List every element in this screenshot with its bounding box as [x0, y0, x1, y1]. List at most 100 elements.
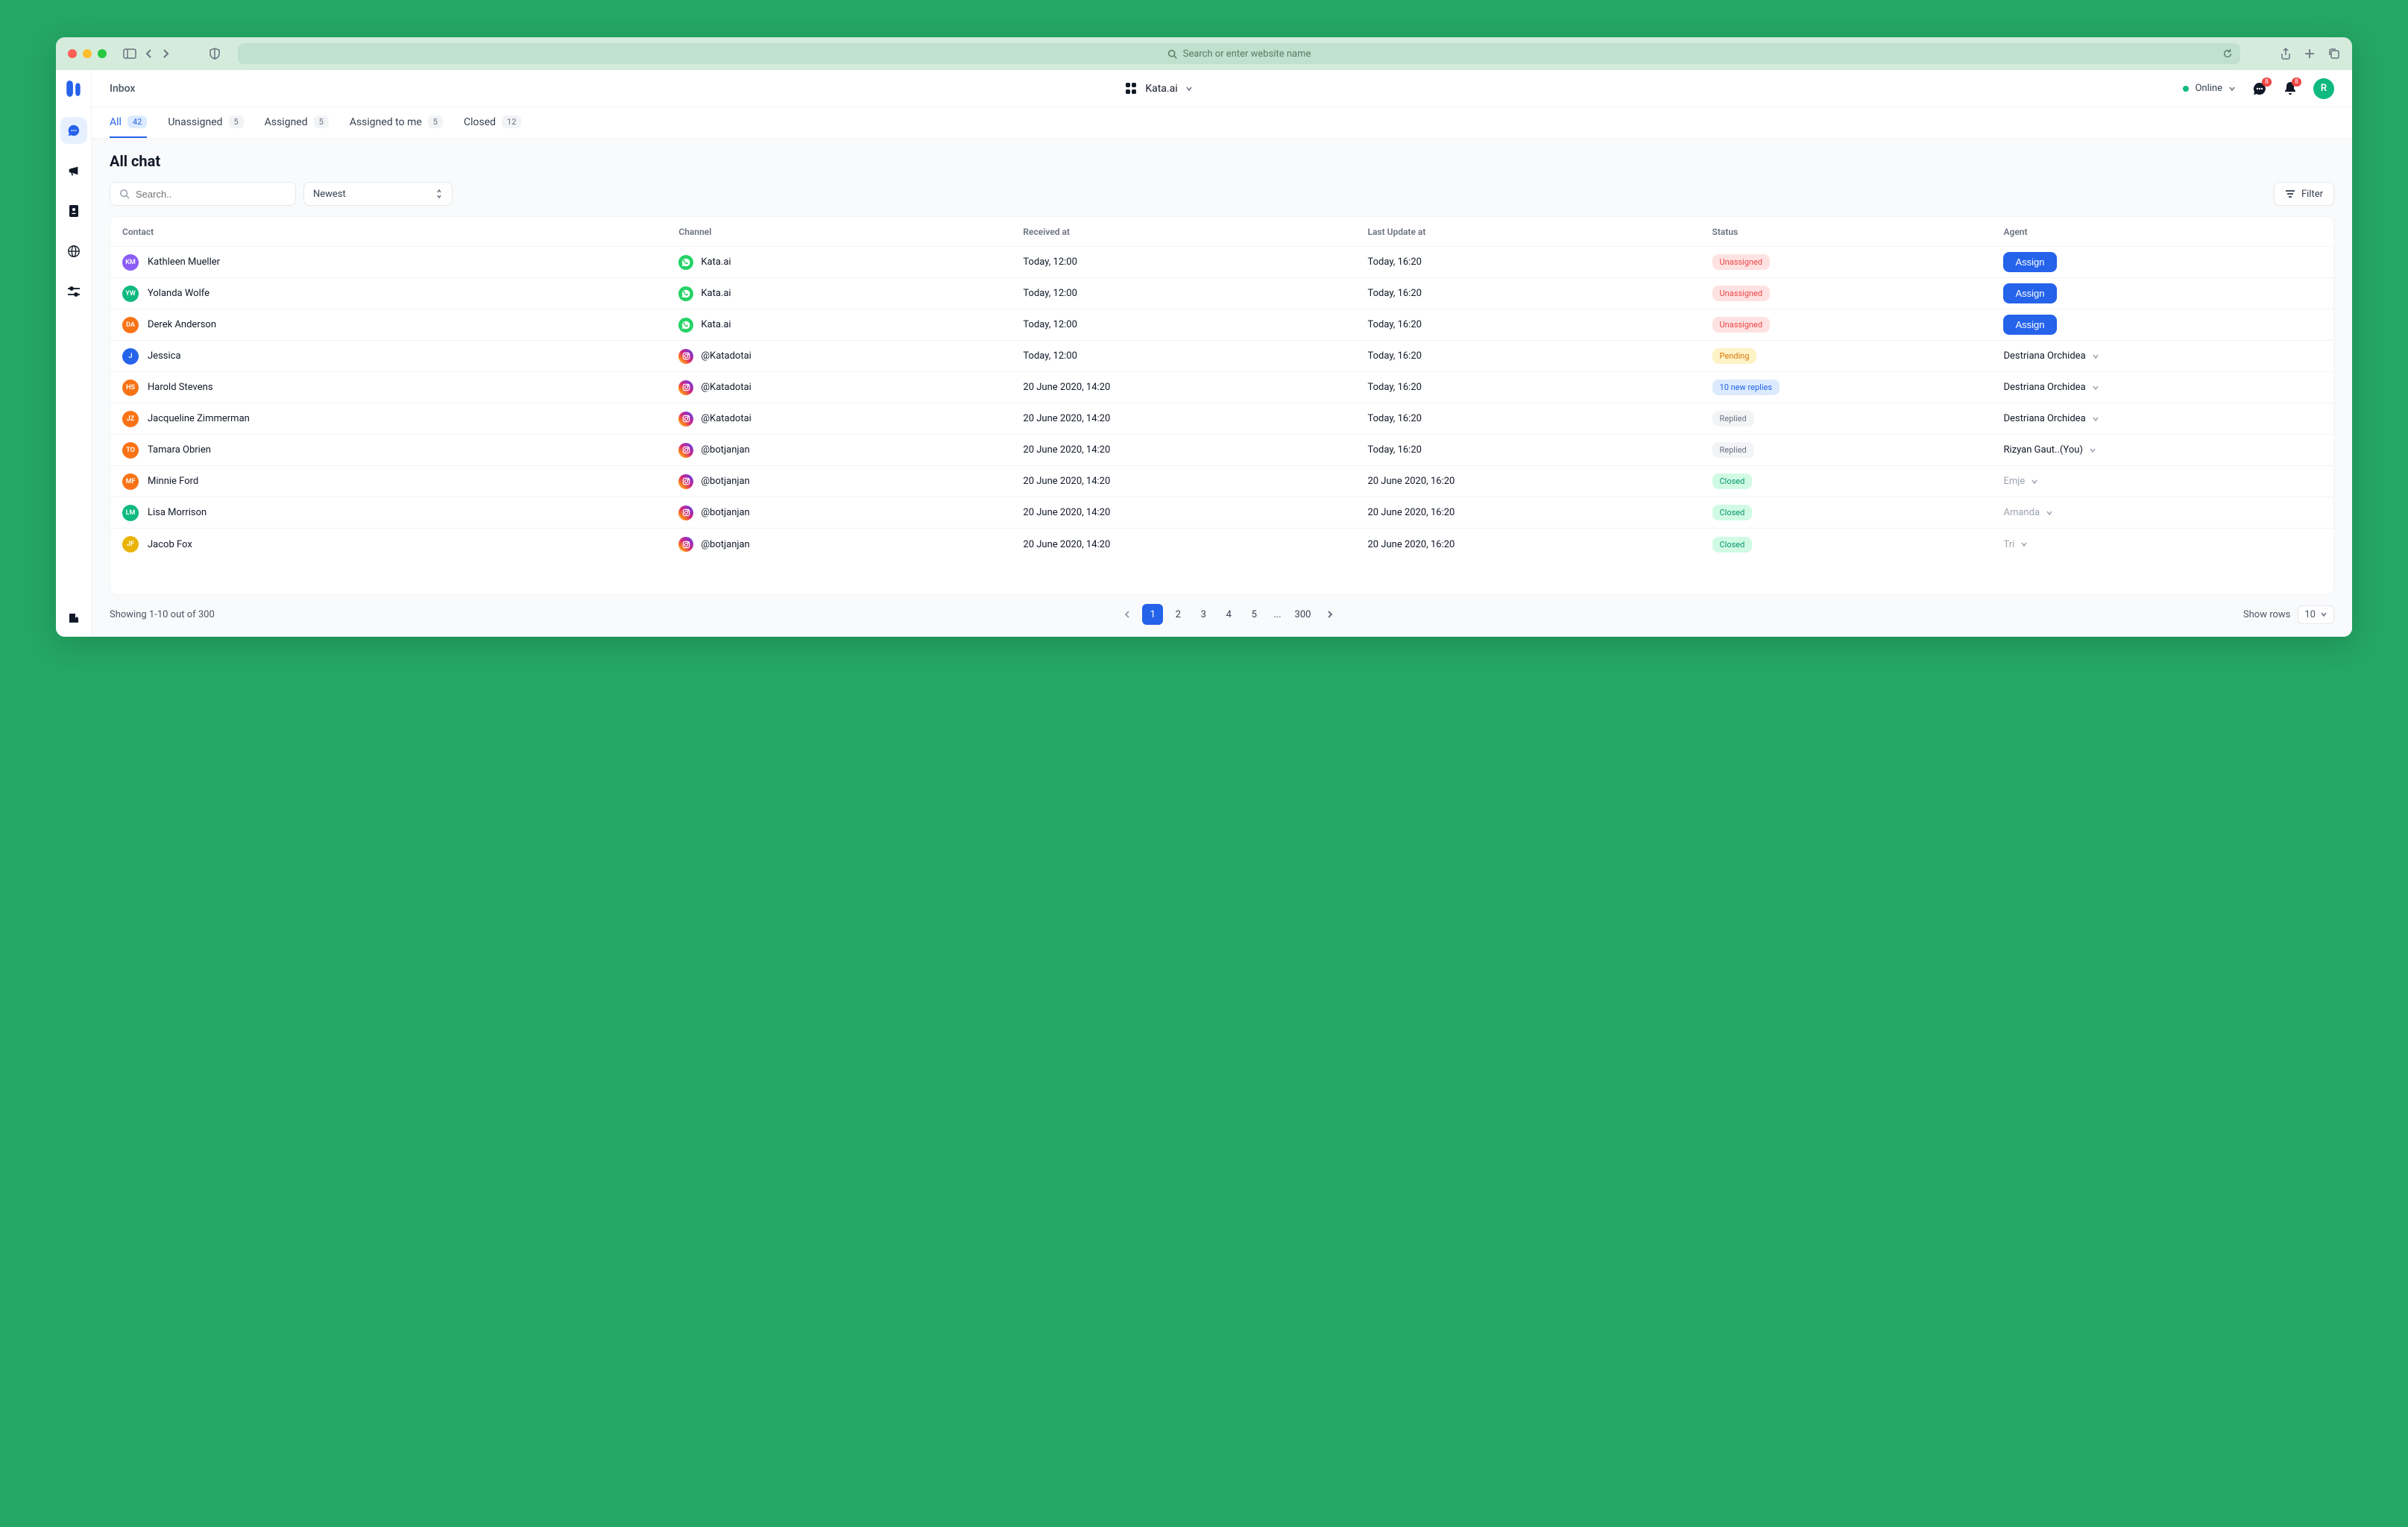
whatsapp-icon: [678, 286, 693, 301]
shield-icon[interactable]: [209, 48, 220, 60]
notifications-badge: 8: [2292, 78, 2301, 86]
table-row[interactable]: JZ Jacqueline Zimmerman @Katadotai 20 Ju…: [110, 403, 2333, 435]
app-logo: [64, 79, 83, 98]
instagram-icon: [678, 380, 693, 395]
updated-at: Today, 16:20: [1367, 288, 1712, 299]
megaphone-icon: [67, 164, 81, 177]
page-prev[interactable]: [1117, 604, 1138, 625]
page-1[interactable]: 1: [1142, 604, 1163, 625]
contact-name: Minnie Ford: [148, 476, 198, 487]
workspace-switcher[interactable]: Kata.ai: [147, 83, 2171, 95]
share-icon[interactable]: [2281, 48, 2291, 60]
agent-cell: Destriana Orchidea: [2003, 413, 2322, 424]
agent-select[interactable]: Destriana Orchidea: [2003, 350, 2099, 362]
new-tab-icon[interactable]: [2304, 48, 2315, 59]
nav-forward-icon[interactable]: [162, 48, 169, 59]
table-row[interactable]: HS Harold Stevens @Katadotai 20 June 202…: [110, 372, 2333, 403]
received-at: Today, 12:00: [1023, 256, 1367, 268]
browser-chrome: Search or enter website name: [56, 37, 2352, 70]
tab-closed[interactable]: Closed12: [464, 107, 521, 138]
reload-icon[interactable]: [2222, 48, 2233, 59]
avatar-initial: R: [2321, 83, 2327, 94]
table-row[interactable]: J Jessica @Katadotai Today, 12:00 Today,…: [110, 341, 2333, 372]
content: All chat Newest Filter: [92, 139, 2352, 637]
sidebar-item-web[interactable]: [60, 238, 87, 265]
browser-nav: [123, 48, 169, 59]
chat-icon: [67, 124, 81, 137]
tab-all[interactable]: All42: [110, 107, 147, 138]
agent-name: Amanda: [2003, 507, 2040, 518]
table-row[interactable]: JF Jacob Fox @botjanjan 20 June 2020, 14…: [110, 529, 2333, 560]
contact-avatar: LM: [122, 505, 139, 521]
status-badge: Replied: [1712, 442, 1754, 458]
sidebar-item-library[interactable]: [60, 605, 87, 632]
tab-label: Unassigned: [168, 116, 222, 128]
updated-at: Today, 16:20: [1367, 256, 1712, 268]
sidebar-item-broadcast[interactable]: [60, 157, 87, 184]
agent-select[interactable]: Destriana Orchidea: [2003, 382, 2099, 393]
user-avatar[interactable]: R: [2313, 78, 2334, 99]
messages-button[interactable]: 8: [2252, 81, 2267, 96]
updated-at: 20 June 2020, 16:20: [1367, 476, 1712, 487]
contact-name: Tamara Obrien: [148, 444, 211, 456]
contact-cell: KM Kathleen Mueller: [122, 254, 678, 271]
table-row[interactable]: TO Tamara Obrien @botjanjan 20 June 2020…: [110, 435, 2333, 466]
received-at: 20 June 2020, 14:20: [1023, 413, 1367, 424]
assign-button[interactable]: Assign: [2003, 283, 2056, 303]
page-300[interactable]: 300: [1290, 604, 1316, 625]
online-status[interactable]: Online: [2183, 83, 2236, 94]
status-dot-icon: [2183, 86, 2189, 92]
tab-unassigned[interactable]: Unassigned5: [168, 107, 243, 138]
agent-select[interactable]: Tri: [2003, 539, 2028, 550]
sidebar-item-contacts[interactable]: [60, 198, 87, 224]
agent-cell: Tri: [2003, 539, 2322, 550]
page-4[interactable]: 4: [1218, 604, 1239, 625]
tabs-icon[interactable]: [2328, 48, 2340, 60]
window-close-icon[interactable]: [68, 49, 77, 58]
rows-select[interactable]: 10: [2298, 605, 2334, 624]
assign-button[interactable]: Assign: [2003, 252, 2056, 272]
page-2[interactable]: 2: [1167, 604, 1188, 625]
instagram-icon: [678, 349, 693, 364]
table-row[interactable]: DA Derek Anderson Kata.ai Today, 12:00 T…: [110, 309, 2333, 341]
tab-count: 5: [314, 116, 329, 128]
table-row[interactable]: YW Yolanda Wolfe Kata.ai Today, 12:00 To…: [110, 278, 2333, 309]
tab-assigned[interactable]: Assigned 5: [265, 107, 329, 138]
window-maximize-icon[interactable]: [98, 49, 107, 58]
agent-select[interactable]: Emje: [2003, 476, 2038, 487]
page-title: All chat: [110, 152, 2334, 170]
agent-cell: Amanda: [2003, 507, 2322, 518]
agent-select[interactable]: Amanda: [2003, 507, 2053, 518]
contact-name: Jessica: [148, 350, 181, 362]
table-row[interactable]: MF Minnie Ford @botjanjan 20 June 2020, …: [110, 466, 2333, 497]
agent-select[interactable]: Rizyan Gaut..(You): [2003, 444, 2096, 456]
chevron-down-icon: [1185, 85, 1193, 92]
tab-label: Assigned: [265, 116, 308, 128]
sidebar-toggle-icon[interactable]: [123, 48, 136, 59]
nav-back-icon[interactable]: [145, 48, 153, 59]
filter-button[interactable]: Filter: [2274, 182, 2334, 206]
window-minimize-icon[interactable]: [83, 49, 92, 58]
contact-cell: HS Harold Stevens: [122, 380, 678, 396]
table-row[interactable]: KM Kathleen Mueller Kata.ai Today, 12:00…: [110, 247, 2333, 278]
search-field[interactable]: [136, 189, 286, 200]
channel-cell: @botjanjan: [678, 506, 1023, 520]
sidebar-item-settings[interactable]: [60, 278, 87, 305]
col-updated: Last Update at: [1367, 227, 1712, 237]
assign-button[interactable]: Assign: [2003, 315, 2056, 335]
instagram-icon: [678, 443, 693, 458]
agent-cell: Assign: [2003, 283, 2322, 303]
address-bar[interactable]: Search or enter website name: [238, 43, 2240, 64]
page-3[interactable]: 3: [1193, 604, 1214, 625]
channel-name: Kata.ai: [701, 319, 731, 330]
tab-label: Closed: [464, 116, 496, 128]
tab-assigned-to-me[interactable]: Assigned to me5: [350, 107, 443, 138]
table-row[interactable]: LM Lisa Morrison @botjanjan 20 June 2020…: [110, 497, 2333, 529]
sort-select[interactable]: Newest: [303, 182, 453, 206]
page-5[interactable]: 5: [1244, 604, 1264, 625]
search-input[interactable]: [110, 182, 296, 206]
sidebar-item-inbox[interactable]: [60, 117, 87, 144]
notifications-button[interactable]: 8: [2283, 81, 2297, 96]
agent-select[interactable]: Destriana Orchidea: [2003, 413, 2099, 424]
page-next[interactable]: [1320, 604, 1340, 625]
